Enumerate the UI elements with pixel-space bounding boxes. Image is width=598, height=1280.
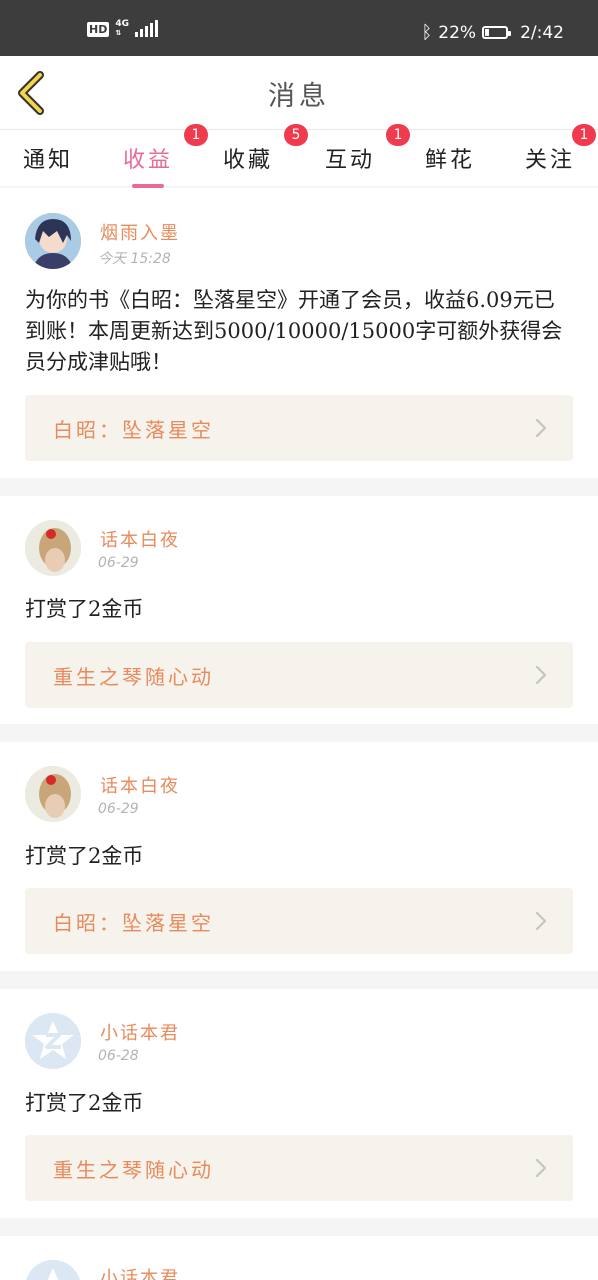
tab-earnings[interactable]: 收益 1 — [108, 124, 208, 188]
battery-fill — [485, 29, 490, 36]
tab-label: 收益 — [122, 148, 173, 173]
chevron-right-icon — [535, 911, 547, 931]
bluetooth-icon: ᛒ — [421, 22, 433, 43]
message-card: 话本白夜 06-29 打赏了2金币 白昭：坠落星空 — [0, 742, 598, 971]
tab-label: 关注 — [524, 148, 575, 173]
tab-label: 收藏 — [222, 148, 273, 173]
tab-badge: 5 — [284, 124, 308, 146]
hd-indicator: HD — [87, 21, 110, 37]
tab-notice[interactable]: 通知 — [8, 138, 88, 182]
chevron-right-icon — [535, 418, 547, 438]
timestamp: 今天 15:28 — [98, 251, 171, 267]
user-avatar-icon — [25, 213, 81, 269]
avatar[interactable] — [25, 520, 81, 576]
message-text: 打赏了2金币 — [25, 1091, 144, 1115]
user-avatar-icon — [25, 520, 81, 576]
battery-icon — [482, 26, 512, 39]
tab-label: 互动 — [324, 148, 375, 173]
tab-badge: 1 — [386, 124, 410, 146]
tab-badge: 1 — [184, 124, 208, 146]
status-bar: HD 4G ⇅ ᛒ 22% 2/:42 — [0, 0, 598, 56]
book-link[interactable]: 重生之琴随心动 — [25, 1135, 573, 1201]
username[interactable]: 烟雨入墨 — [100, 219, 180, 245]
network-label: 4G — [115, 19, 129, 29]
timestamp: 06-29 — [98, 555, 139, 571]
tab-interaction[interactable]: 互动 1 — [310, 124, 410, 182]
timestamp: 06-29 — [98, 801, 139, 817]
tab-follow[interactable]: 关注 1 — [510, 124, 596, 182]
clock: 2/:42 — [520, 22, 564, 43]
avatar[interactable] — [25, 1260, 81, 1280]
message-card: 烟雨入墨 今天 15:28 为你的书《白昭：坠落星空》开通了会员，收益6.09元… — [0, 188, 598, 478]
default-avatar-icon — [25, 1260, 81, 1280]
default-avatar-icon — [25, 1013, 81, 1069]
network-type: 4G ⇅ — [115, 20, 129, 38]
timestamp: 06-28 — [98, 1048, 139, 1064]
avatar[interactable] — [25, 1013, 81, 1069]
page-title: 消息 — [268, 81, 330, 112]
message-text: 打赏了2金币 — [25, 844, 144, 868]
book-link[interactable]: 白昭：坠落星空 — [25, 888, 573, 954]
signal-icon — [135, 20, 158, 37]
username[interactable]: 小话本君 — [100, 1019, 180, 1045]
avatar[interactable] — [25, 213, 81, 269]
message-card: 小话本君 06-28 打赏了2金币 重生之琴随心动 — [0, 989, 598, 1218]
username[interactable]: 小话本君 — [100, 1264, 180, 1280]
battery-percent: 22% — [438, 22, 477, 43]
tab-label: 鲜花 — [424, 148, 475, 173]
book-link[interactable]: 重生之琴随心动 — [25, 642, 573, 708]
status-right: ᛒ 22% 2/:42 — [421, 22, 564, 43]
user-avatar-icon — [25, 766, 81, 822]
message-card: 话本白夜 06-29 打赏了2金币 重生之琴随心动 — [0, 496, 598, 724]
tab-flowers[interactable]: 鲜花 — [410, 138, 490, 182]
avatar[interactable] — [25, 766, 81, 822]
tab-label: 通知 — [22, 148, 73, 173]
tab-bar: 通知 收益 1 收藏 5 互动 1 鲜花 关注 1 — [0, 124, 598, 188]
book-title: 白昭：坠落星空 — [53, 911, 214, 935]
chevron-right-icon — [535, 1158, 547, 1178]
status-left: HD 4G ⇅ — [87, 20, 158, 38]
message-text: 打赏了2金币 — [25, 597, 144, 621]
username[interactable]: 话本白夜 — [100, 526, 180, 552]
chevron-right-icon — [535, 665, 547, 685]
network-arrows-icon: ⇅ — [115, 29, 122, 37]
message-text: 为你的书《白昭：坠落星空》开通了会员，收益6.09元已到账！本周更新达到5000… — [25, 288, 563, 374]
message-card: 小话本君 — [0, 1236, 598, 1280]
book-link[interactable]: 白昭：坠落星空 — [25, 395, 573, 461]
nav-bar: 消息 — [0, 56, 598, 130]
username[interactable]: 话本白夜 — [100, 772, 180, 798]
tab-favorites[interactable]: 收藏 5 — [208, 124, 308, 182]
book-title: 白昭：坠落星空 — [53, 418, 214, 442]
book-title: 重生之琴随心动 — [53, 1158, 214, 1182]
tab-badge: 1 — [572, 124, 596, 146]
book-title: 重生之琴随心动 — [53, 665, 214, 689]
